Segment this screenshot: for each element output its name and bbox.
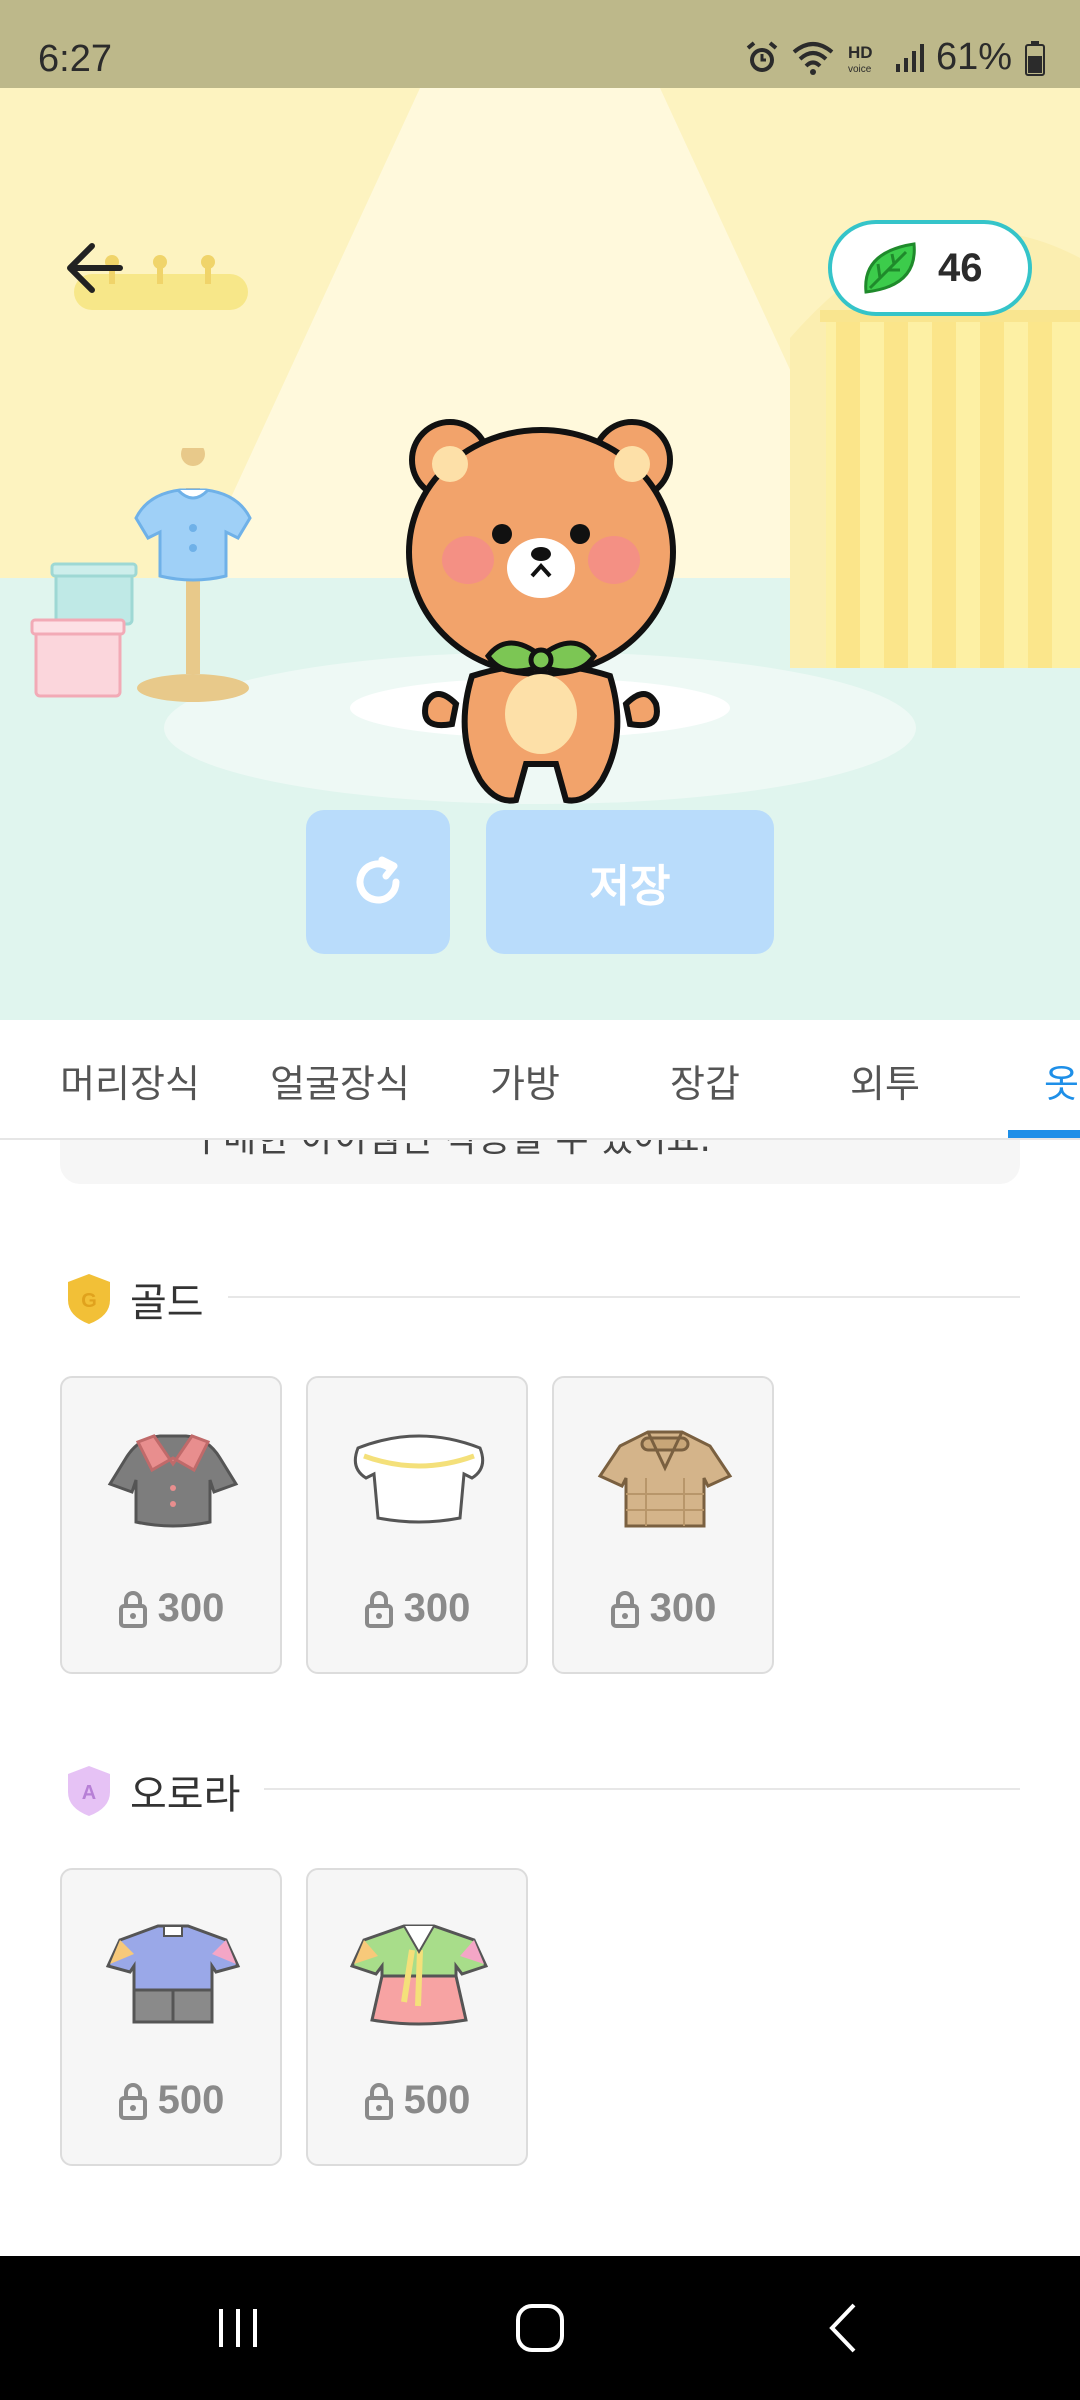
lock-icon xyxy=(364,2082,393,2120)
lock-icon xyxy=(364,1590,393,1628)
section-aurora-header: A 오로라 xyxy=(64,1762,240,1820)
signal-icon xyxy=(895,43,924,72)
save-button[interactable]: 저장 xyxy=(486,810,774,954)
battery-percent: 61% xyxy=(935,36,1012,78)
hd-voice-icon: HD voice xyxy=(848,43,873,75)
item-price: 500 xyxy=(308,2078,526,2123)
alarm-icon xyxy=(746,40,778,72)
system-nav-bar xyxy=(0,2256,1080,2400)
status-bar: 6:27 HD voice 61% xyxy=(0,0,1080,88)
dressing-room: 46 저장 xyxy=(0,88,1080,1020)
gold-badge-icon: G xyxy=(68,1274,110,1324)
leaf-count: 46 xyxy=(938,245,983,290)
leaf-currency-badge[interactable]: 46 xyxy=(828,220,1032,316)
bear-character xyxy=(406,419,676,804)
app-screen: 6:27 HD voice 61% 46 저장 머리장식 얼굴장식 가방 장갑 … xyxy=(0,0,1080,2400)
lock-icon xyxy=(610,1590,639,1628)
section-divider xyxy=(228,1296,1020,1298)
blue-overall-outfit-icon xyxy=(105,1924,241,2024)
refresh-icon xyxy=(356,856,400,904)
aurora-badge-icon: A xyxy=(68,1766,110,1816)
tab-hair-accessory[interactable]: 머리장식 xyxy=(40,1020,220,1138)
section-gold-title: 골드 xyxy=(130,1280,204,1326)
tab-clothes[interactable]: 옷 xyxy=(1044,1020,1080,1138)
leaf-icon xyxy=(864,242,916,294)
active-tab-indicator xyxy=(1008,1130,1080,1138)
wifi-icon xyxy=(792,41,834,75)
status-icons: HD voice 61% xyxy=(744,36,1046,79)
item-price-value: 500 xyxy=(403,2078,471,2122)
mannequin-with-boxes xyxy=(30,448,252,702)
back-nav-button[interactable] xyxy=(764,2256,924,2400)
gray-collar-shirt-icon xyxy=(107,1434,239,1528)
section-divider xyxy=(264,1788,1020,1790)
tan-check-jacket-icon xyxy=(597,1430,733,1528)
tab-gloves[interactable]: 장갑 xyxy=(650,1020,760,1138)
chevron-left-icon xyxy=(829,2303,856,2353)
back-button[interactable] xyxy=(54,228,134,308)
item-price-value: 300 xyxy=(649,1586,717,1630)
category-tabs: 머리장식 얼굴장식 가방 장갑 외투 옷 xyxy=(0,1020,1080,1140)
lock-icon xyxy=(118,1590,147,1628)
svg-text:voice: voice xyxy=(848,64,872,75)
item-card-hanbok-pink-green[interactable]: 500 xyxy=(306,1868,528,2166)
tab-outerwear[interactable]: 외투 xyxy=(830,1020,940,1138)
recent-apps-icon xyxy=(219,2309,257,2347)
item-price: 300 xyxy=(308,1586,526,1631)
battery-icon xyxy=(1025,40,1045,76)
item-price-value: 300 xyxy=(403,1586,471,1630)
item-card-blue-overall-outfit[interactable]: 500 xyxy=(60,1868,282,2166)
reset-button[interactable] xyxy=(306,810,450,954)
item-card-white-frill-top[interactable]: 300 xyxy=(306,1376,528,1674)
section-aurora-title: 오로라 xyxy=(130,1772,241,1818)
notice-box: 구매한 아이템만 착용할 수 있어요. xyxy=(60,1140,1020,1184)
gold-badge-letter: G xyxy=(81,1290,97,1312)
arrow-left-icon xyxy=(67,243,123,293)
item-price: 300 xyxy=(62,1586,280,1631)
home-button[interactable] xyxy=(460,2256,620,2400)
svg-text:HD: HD xyxy=(848,43,873,62)
item-card-gray-collar-shirt[interactable]: 300 xyxy=(60,1376,282,1674)
notice-text: 구매한 아이템만 착용할 수 있어요. xyxy=(190,1140,711,1162)
item-price: 300 xyxy=(554,1586,772,1631)
item-price: 500 xyxy=(62,2078,280,2123)
status-time: 6:27 xyxy=(38,38,112,80)
aurora-badge-letter: A xyxy=(82,1782,96,1804)
tab-face-accessory[interactable]: 얼굴장식 xyxy=(250,1020,430,1138)
tab-bag[interactable]: 가방 xyxy=(470,1020,580,1138)
item-price-value: 500 xyxy=(157,2078,225,2122)
white-frill-top-icon xyxy=(353,1434,485,1524)
item-price-value: 300 xyxy=(157,1586,225,1630)
section-gold-header: G 골드 xyxy=(64,1270,204,1328)
hanbok-pink-green-icon xyxy=(349,1924,489,2026)
recent-apps-button[interactable] xyxy=(158,2256,318,2400)
home-icon xyxy=(516,2304,564,2352)
item-card-tan-check-jacket[interactable]: 300 xyxy=(552,1376,774,1674)
lock-icon xyxy=(118,2082,147,2120)
